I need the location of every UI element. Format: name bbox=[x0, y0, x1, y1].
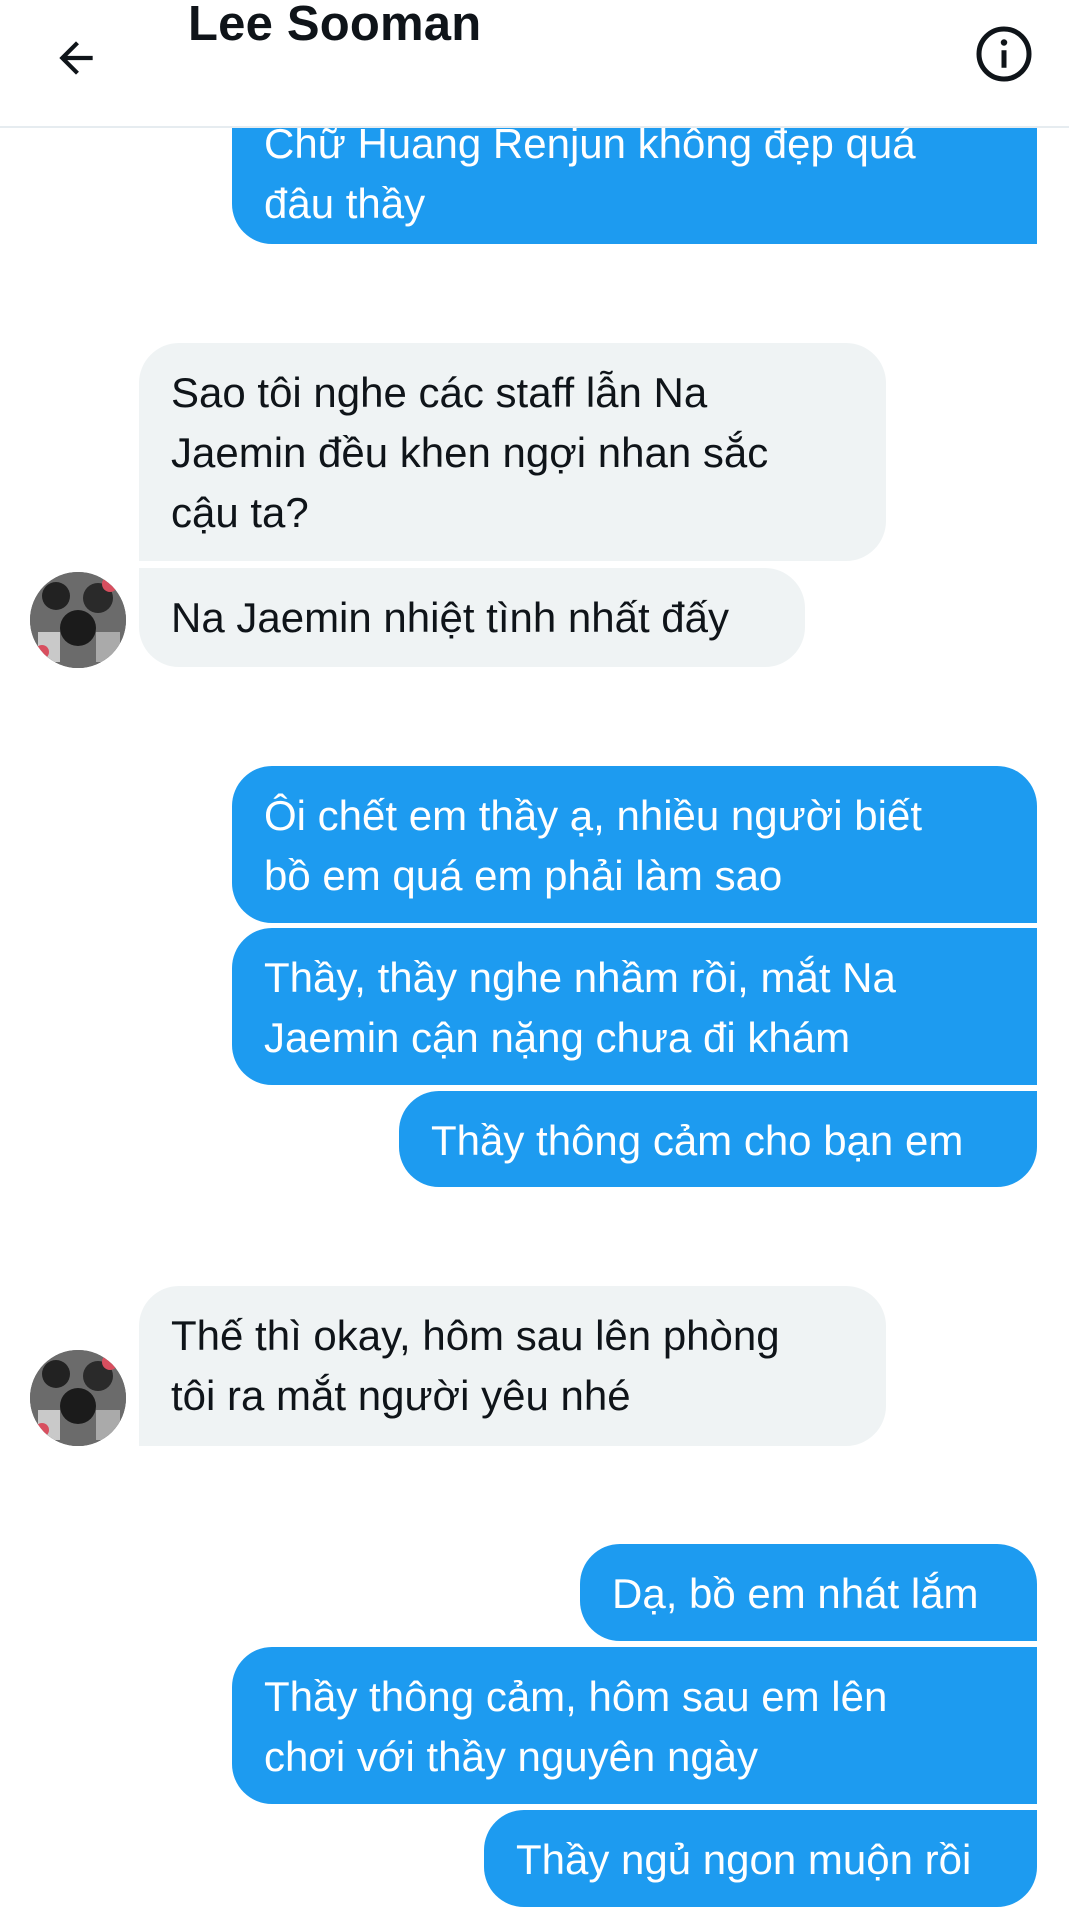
contact-avatar[interactable] bbox=[30, 1350, 126, 1446]
message-bubble-received[interactable]: Sao tôi nghe các staff lẫn Na Jaemin đều… bbox=[139, 343, 886, 561]
message-bubble-sent[interactable]: Thầy, thầy nghe nhầm rồi, mắt Na Jaemin … bbox=[232, 928, 1037, 1085]
message-bubble-sent[interactable]: Thầy ngủ ngon muộn rồi bbox=[484, 1810, 1037, 1907]
message-bubble-received[interactable]: Thế thì okay, hôm sau lên phòng tôi ra m… bbox=[139, 1286, 886, 1446]
message-bubble-received[interactable]: Na Jaemin nhiệt tình nhất đấy bbox=[139, 568, 805, 667]
arrow-left-icon bbox=[59, 41, 93, 75]
back-button[interactable] bbox=[40, 22, 112, 94]
info-button[interactable] bbox=[972, 22, 1036, 86]
message-bubble-sent[interactable]: Thầy thông cảm, hôm sau em lên chơi với … bbox=[232, 1647, 1037, 1804]
message-bubble-sent[interactable]: Dạ, bồ em nhát lắm bbox=[580, 1544, 1037, 1641]
conversation-title[interactable]: Lee Sooman bbox=[188, 0, 481, 52]
info-icon bbox=[976, 26, 1032, 82]
message-bubble-sent[interactable]: Ôi chết em thầy ạ, nhiều người biết bồ e… bbox=[232, 766, 1037, 923]
contact-avatar[interactable] bbox=[30, 572, 126, 668]
message-bubble-sent[interactable]: Thầy thông cảm cho bạn em bbox=[399, 1091, 1037, 1187]
conversation-header: Lee Sooman bbox=[0, 0, 1069, 128]
